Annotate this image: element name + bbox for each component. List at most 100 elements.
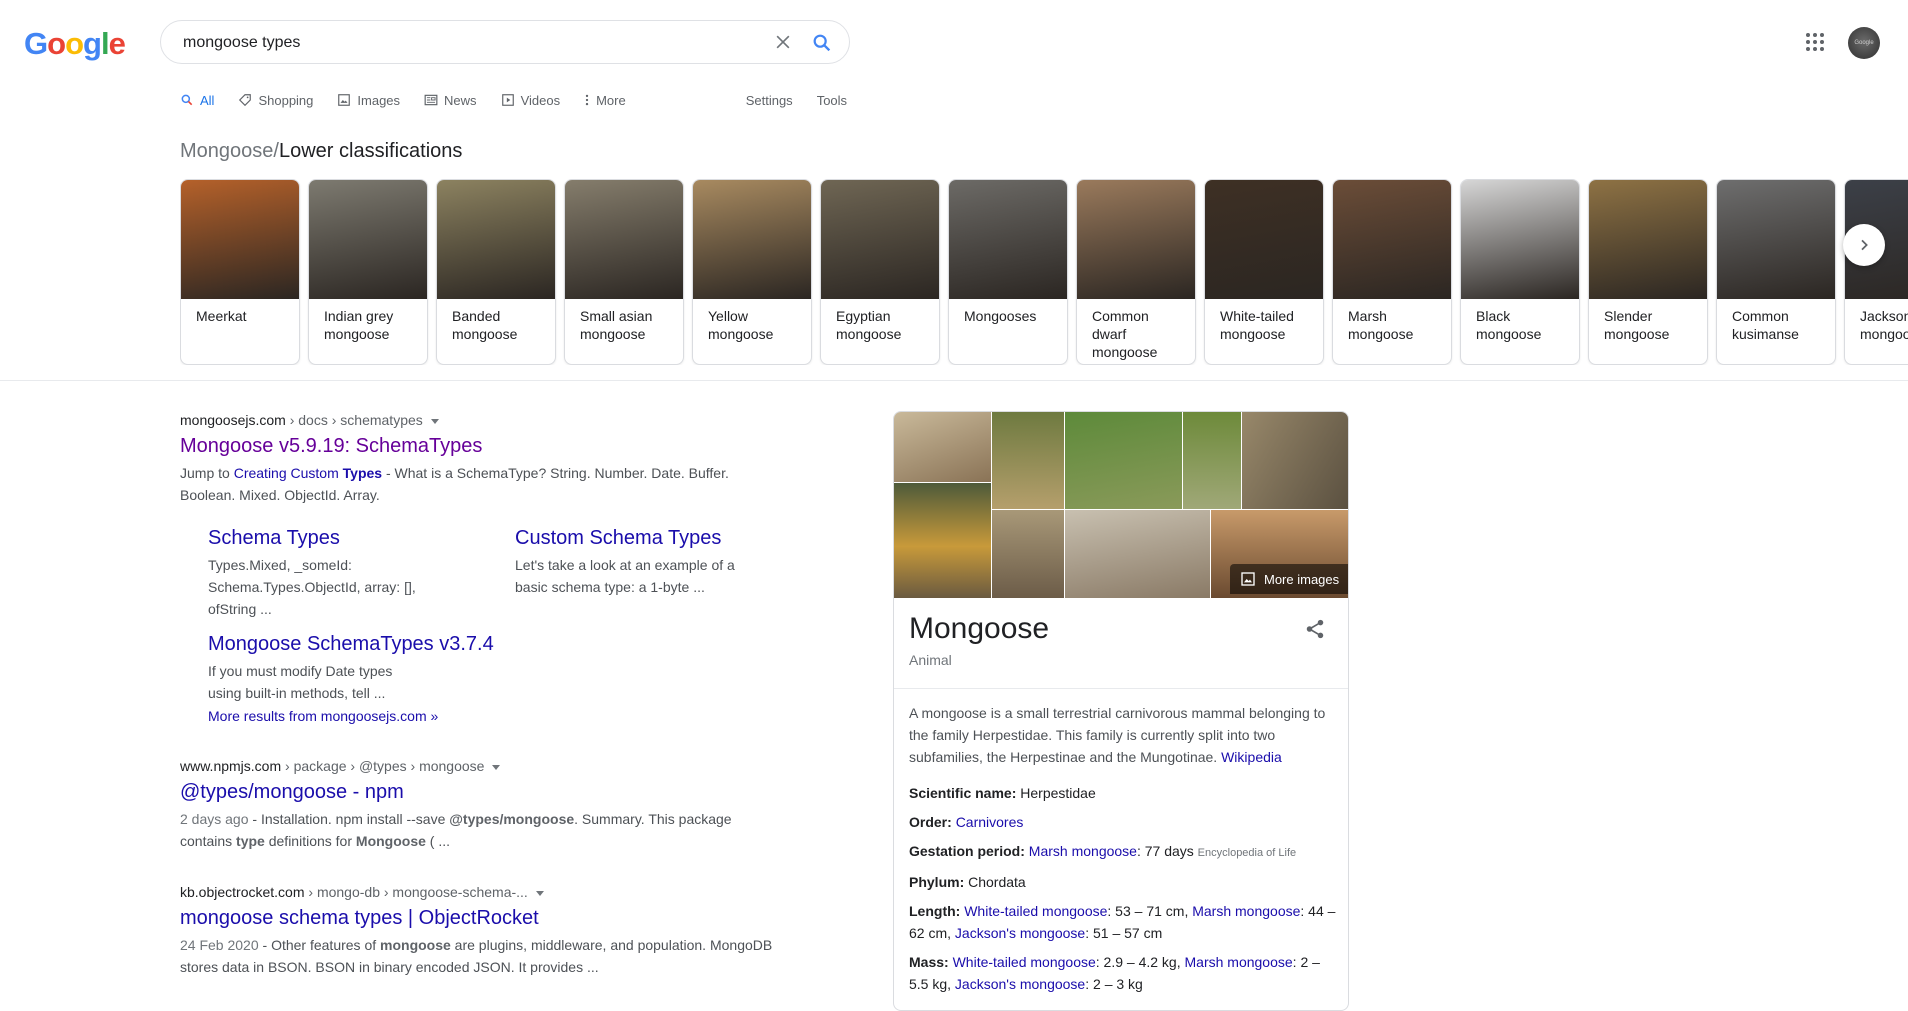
- sitelink-title[interactable]: Custom Schema Types: [515, 525, 755, 551]
- classification-card[interactable]: Indian grey mongoose: [308, 179, 428, 365]
- panel-facts: Scientific name: Herpestidae Order: Carn…: [909, 782, 1337, 1002]
- share-icon[interactable]: [1304, 618, 1326, 640]
- classification-card[interactable]: Jackson's mongoose: [1844, 179, 1908, 365]
- snippet-text: definitions for: [264, 833, 356, 849]
- fact-link[interactable]: Carnivores: [956, 814, 1024, 830]
- result-cite[interactable]: kb.objectrocket.com › mongo-db › mongoos…: [180, 882, 790, 902]
- classification-card[interactable]: Banded mongoose: [436, 179, 556, 365]
- jump-link-bold[interactable]: Types: [343, 465, 382, 481]
- search-box[interactable]: [160, 20, 850, 65]
- fact-value: : 2 – 3 kg: [1085, 976, 1143, 992]
- breadcrumb-parent[interactable]: Mongoose: [180, 140, 273, 162]
- collage-image[interactable]: [1183, 412, 1241, 509]
- classification-card[interactable]: Common kusimanse: [1716, 179, 1836, 365]
- fact-link[interactable]: White-tailed mongoose: [964, 903, 1107, 919]
- classification-card[interactable]: Slender mongoose: [1588, 179, 1708, 365]
- search-icon[interactable]: [811, 32, 833, 54]
- classification-card[interactable]: White-tailed mongoose: [1204, 179, 1324, 365]
- search-result: kb.objectrocket.com › mongo-db › mongoos…: [180, 882, 790, 978]
- card-image: [1205, 180, 1323, 299]
- tab-images[interactable]: Images: [337, 90, 400, 110]
- card-label: Marsh mongoose: [1348, 308, 1414, 342]
- result-cite[interactable]: mongoosejs.com › docs › schematypes: [180, 410, 780, 430]
- card-label: Common dwarf mongoose: [1092, 308, 1158, 360]
- result-domain: www.npmjs.com: [180, 758, 282, 774]
- jump-link[interactable]: Creating Custom: [234, 465, 343, 481]
- sitelink-title[interactable]: Schema Types: [208, 525, 448, 551]
- classification-card[interactable]: Common dwarf mongoose: [1076, 179, 1196, 365]
- dropdown-arrow-icon[interactable]: [492, 764, 501, 770]
- collage-image[interactable]: [992, 510, 1064, 598]
- more-results-link[interactable]: More results from mongoosejs.com »: [208, 708, 438, 724]
- collage-image[interactable]: [1242, 412, 1348, 509]
- account-avatar[interactable]: Google: [1848, 27, 1880, 59]
- sitelink-snippet: If you must modify Date types using buil…: [208, 663, 393, 701]
- tab-all[interactable]: All: [180, 90, 214, 110]
- chevron-right-icon: [1861, 239, 1868, 251]
- classification-card[interactable]: Egyptian mongoose: [820, 179, 940, 365]
- tab-label: All: [200, 92, 215, 108]
- result-domain: kb.objectrocket.com: [180, 884, 305, 900]
- fact-value: : 2.9 – 4.2 kg,: [1095, 954, 1185, 970]
- fact-link[interactable]: Jackson's mongoose: [955, 925, 1085, 941]
- fact-scientific-name: Scientific name: Herpestidae: [909, 782, 1337, 804]
- fact-link[interactable]: Marsh mongoose: [1192, 903, 1300, 919]
- avatar-label: Google: [1854, 40, 1874, 46]
- fact-order: Order: Carnivores: [909, 811, 1337, 833]
- logo-letter: l: [100, 26, 110, 61]
- fact-label[interactable]: Gestation period:: [909, 843, 1025, 859]
- fact-label[interactable]: Phylum:: [909, 874, 964, 890]
- result-domain: mongoosejs.com: [180, 412, 286, 428]
- fact-source[interactable]: Encyclopedia of Life: [1198, 847, 1296, 859]
- classification-card[interactable]: Small asian mongoose: [564, 179, 684, 365]
- result-title-link[interactable]: Mongoose v5.9.19: SchemaTypes: [180, 433, 780, 459]
- result-snippet: Jump to Creating Custom Types - What is …: [180, 462, 780, 506]
- image-collage[interactable]: More images: [894, 412, 1348, 598]
- collage-image[interactable]: [894, 483, 991, 598]
- result-title-link[interactable]: @types/mongoose - npm: [180, 779, 780, 805]
- fact-link[interactable]: White-tailed mongoose: [953, 954, 1096, 970]
- apps-grid-icon[interactable]: [1805, 32, 1825, 52]
- result-title-link[interactable]: mongoose schema types | ObjectRocket: [180, 905, 790, 931]
- fact-label[interactable]: Order:: [909, 814, 952, 830]
- classification-card[interactable]: Marsh mongoose: [1332, 179, 1452, 365]
- result-cite[interactable]: www.npmjs.com › package › @types › mongo…: [180, 756, 780, 776]
- settings-link[interactable]: Settings: [746, 90, 793, 110]
- result-snippet: 2 days ago - Installation. npm install -…: [180, 808, 780, 852]
- snippet-text: - Installation. npm install --save: [248, 811, 450, 827]
- fact-label[interactable]: Mass:: [909, 954, 949, 970]
- tab-shopping[interactable]: Shopping: [238, 90, 313, 110]
- fact-link[interactable]: Jackson's mongoose: [955, 976, 1085, 992]
- wikipedia-link[interactable]: Wikipedia: [1221, 749, 1282, 765]
- carousel-next-button[interactable]: [1843, 224, 1885, 266]
- fact-label[interactable]: Length:: [909, 903, 960, 919]
- tools-link[interactable]: Tools: [817, 90, 847, 110]
- dropdown-arrow-icon[interactable]: [430, 418, 439, 424]
- tab-label: News: [444, 92, 477, 108]
- tab-more[interactable]: More: [584, 90, 626, 110]
- collage-image[interactable]: [1065, 412, 1182, 509]
- tab-videos[interactable]: Videos: [501, 90, 560, 110]
- fact-link[interactable]: Marsh mongoose: [1185, 954, 1293, 970]
- classification-card[interactable]: Yellow mongoose: [692, 179, 812, 365]
- snippet-bold: type: [236, 833, 265, 849]
- more-images-button[interactable]: More images: [1230, 564, 1348, 594]
- fact-link[interactable]: Marsh mongoose: [1029, 843, 1137, 859]
- clear-icon[interactable]: [773, 32, 793, 52]
- collage-image[interactable]: [1065, 510, 1210, 598]
- sitelink-title[interactable]: Mongoose SchemaTypes v3.7.4: [208, 631, 494, 657]
- tab-news[interactable]: News: [424, 90, 477, 110]
- classification-card[interactable]: Meerkat: [180, 179, 300, 365]
- collage-image[interactable]: [992, 412, 1064, 509]
- snippet-text: - Other features of: [258, 937, 381, 953]
- collage-image[interactable]: [894, 412, 991, 482]
- fact-gestation: Gestation period: Marsh mongoose: 77 day…: [909, 840, 1337, 864]
- card-label: Indian grey mongoose: [324, 308, 394, 342]
- search-input[interactable]: [181, 21, 745, 65]
- fact-label[interactable]: Scientific name:: [909, 785, 1016, 801]
- classification-card[interactable]: Black mongoose: [1460, 179, 1580, 365]
- classification-card[interactable]: Mongooses: [948, 179, 1068, 365]
- logo-letter: o: [65, 26, 84, 61]
- google-logo[interactable]: Google: [24, 26, 126, 62]
- dropdown-arrow-icon[interactable]: [535, 890, 544, 896]
